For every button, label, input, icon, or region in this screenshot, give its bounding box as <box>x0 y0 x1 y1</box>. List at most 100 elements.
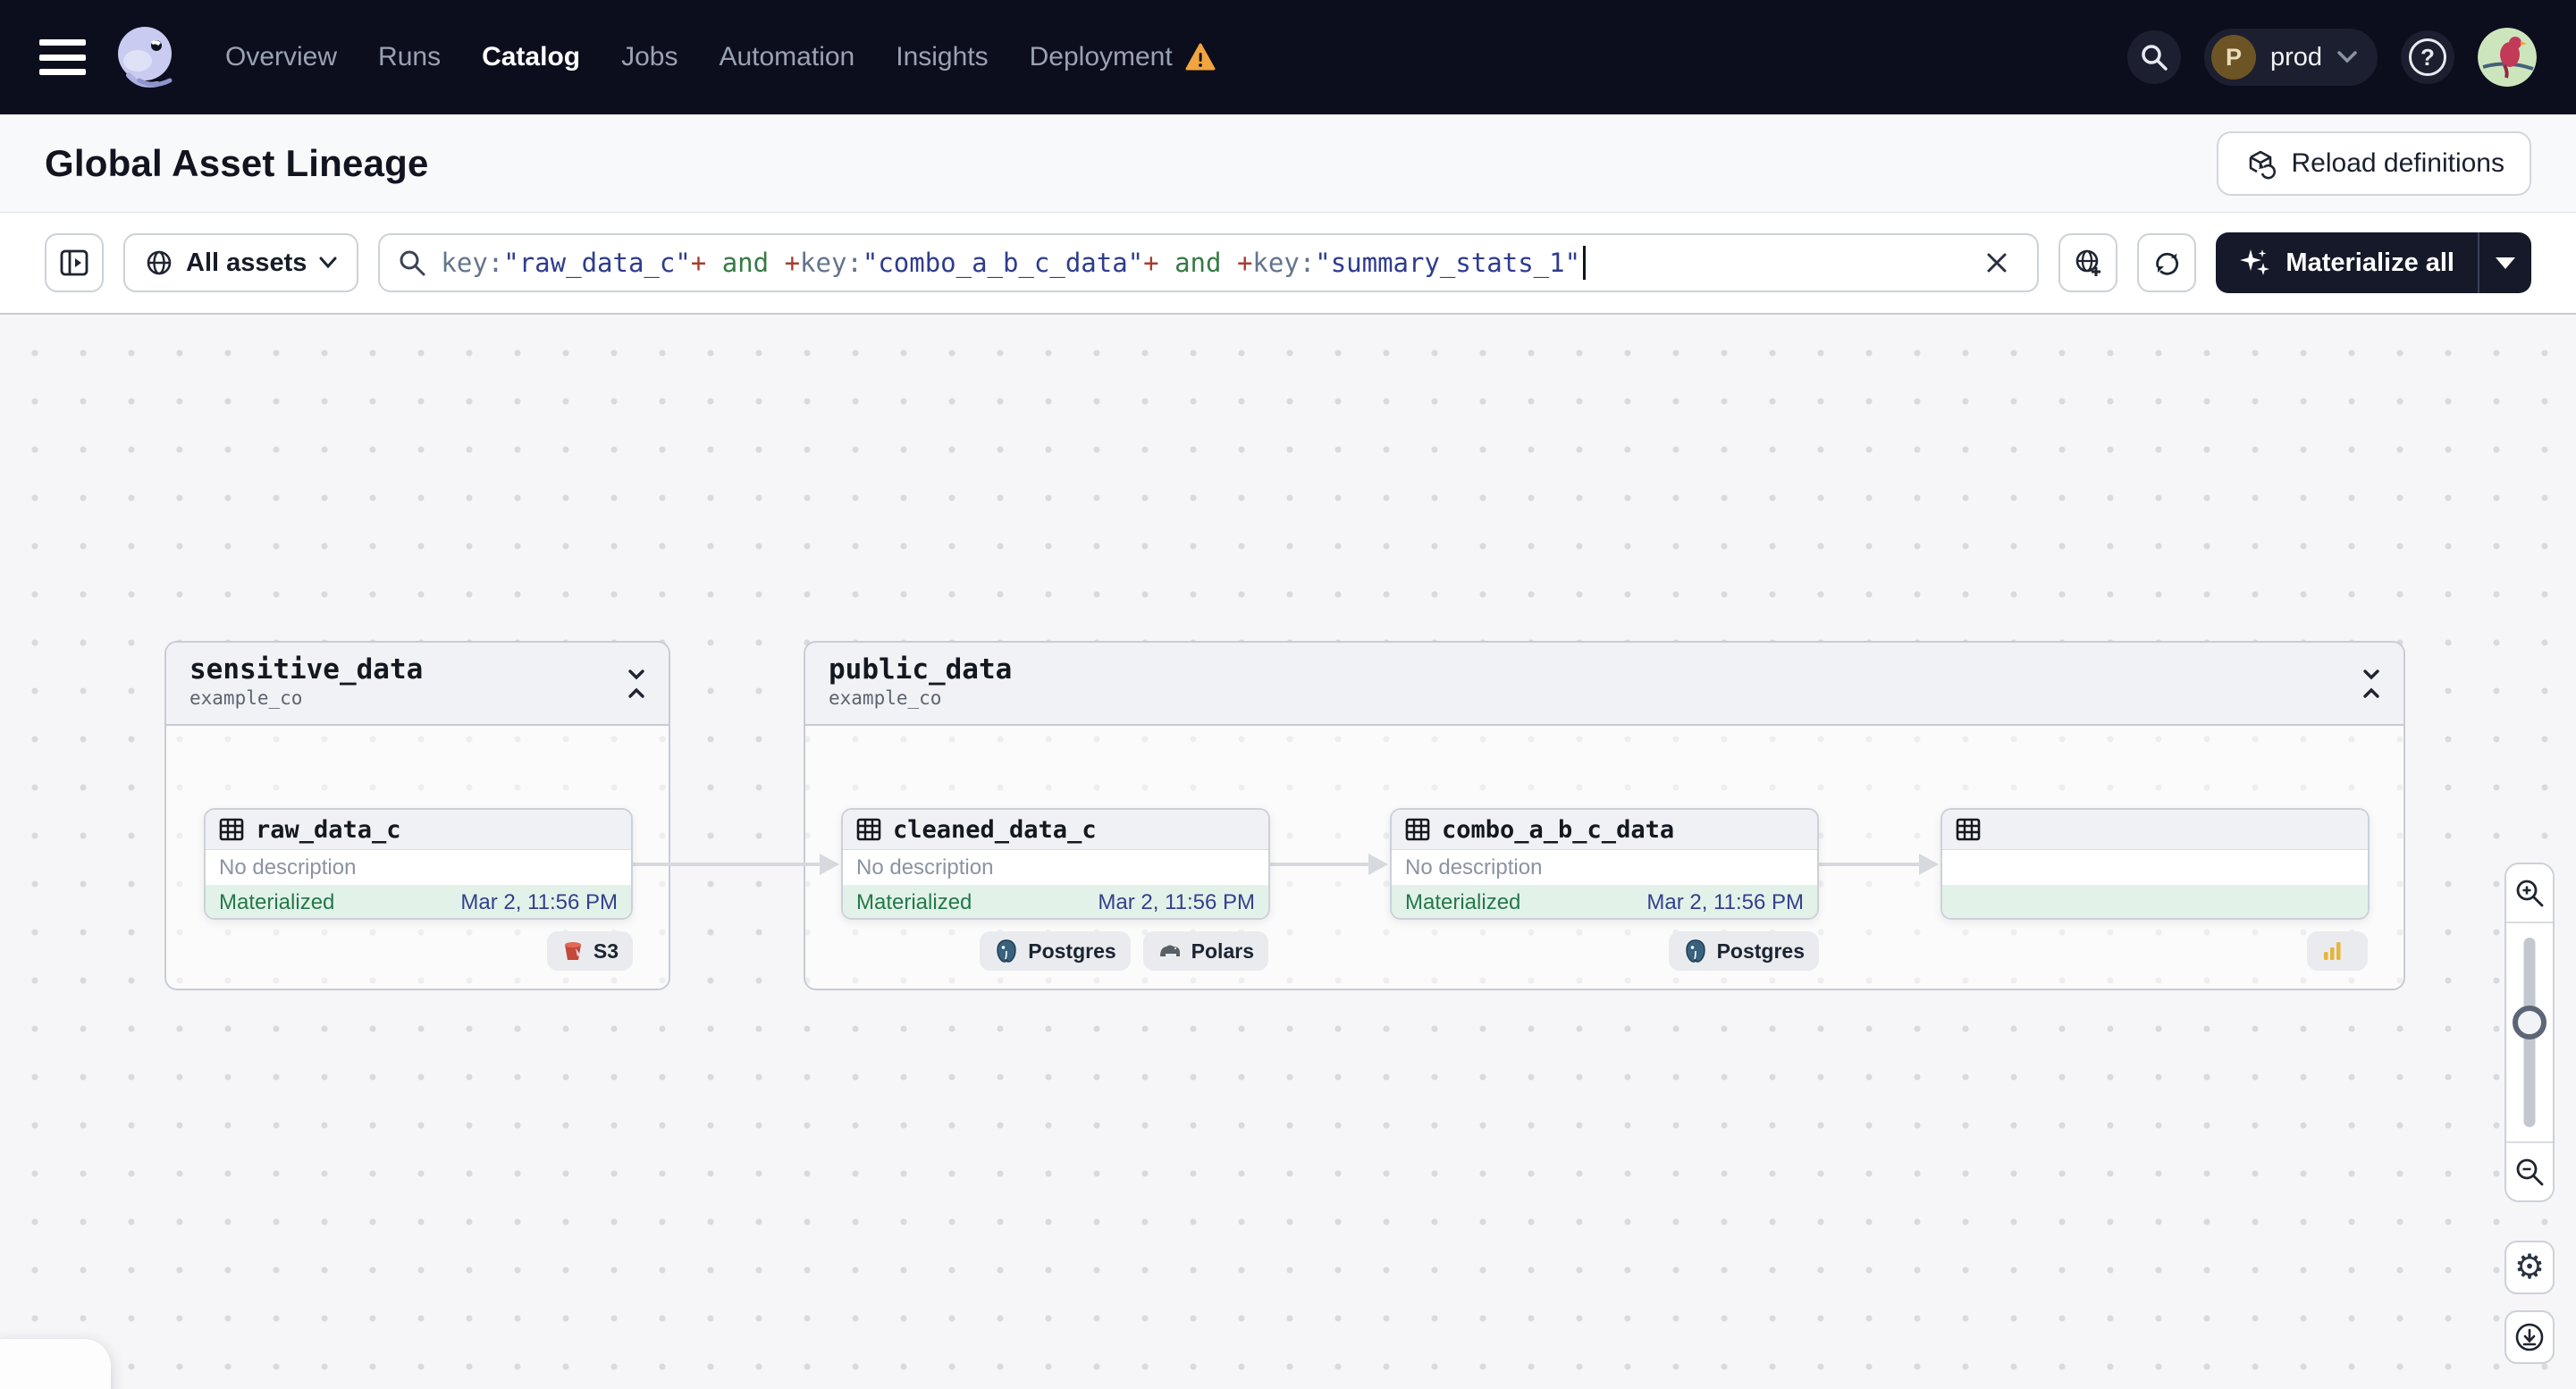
asset-node-cleaned-data-c[interactable]: cleaned_data_c No description Materializ… <box>841 808 1270 920</box>
materialize-dropdown-button[interactable] <box>2479 232 2531 293</box>
group-header[interactable]: public_data example_co <box>805 643 2403 726</box>
search-query-text: key: "raw_data_c" + and + key: "combo_a_b_c_… <box>441 246 1587 280</box>
view-graph-button[interactable] <box>2058 233 2118 292</box>
dagster-logo-icon <box>118 27 173 88</box>
warning-icon <box>1185 43 1216 71</box>
nav-item-catalog[interactable]: Catalog <box>482 42 580 72</box>
page-title: Global Asset Lineage <box>45 141 429 184</box>
kind-tag-postgres: Postgres <box>980 931 1131 971</box>
download-icon <box>2515 1323 2544 1351</box>
panel-toggle-icon <box>60 249 88 276</box>
reload-cube-icon <box>2249 150 2276 179</box>
help-icon: ? <box>2409 38 2446 76</box>
postgres-icon <box>1685 939 1705 963</box>
search-icon <box>2142 45 2168 71</box>
kind-tags-cleaned-data-c: Postgres Polars <box>980 931 1268 971</box>
asset-status-row: Materialized Mar 2, 11:56 PM <box>206 885 631 918</box>
status-badge: Materialized <box>856 889 972 914</box>
nav-links: Overview Runs Catalog Jobs Automation In… <box>225 42 1216 72</box>
env-name: prod <box>2269 42 2322 72</box>
kind-tag-polars: Polars <box>1142 931 1268 971</box>
user-avatar[interactable] <box>2478 28 2537 87</box>
zoom-out-button[interactable] <box>2506 1141 2553 1200</box>
asset-node-summary-stats-1[interactable] <box>1940 808 2370 920</box>
top-navbar: Overview Runs Catalog Jobs Automation In… <box>0 0 2576 114</box>
nav-item-deployment[interactable]: Deployment <box>1030 42 1216 72</box>
gear-icon: ⚙ <box>2513 1249 2546 1286</box>
asset-description: No description <box>843 850 1268 885</box>
asset-name: combo_a_b_c_data <box>1442 815 1675 844</box>
edge-cleaned-to-combo <box>1268 854 1388 875</box>
avatar-image <box>2478 28 2537 87</box>
s3-icon <box>564 942 581 960</box>
filter-bar: All assets key: "raw_data_c" + and + key: "c… <box>0 213 2576 315</box>
materialize-all-button: Materialize all <box>2216 232 2531 293</box>
graph-settings-button[interactable]: ⚙ <box>2504 1241 2555 1294</box>
postgres-icon <box>997 939 1016 963</box>
nav-item-runs[interactable]: Runs <box>378 42 441 72</box>
table-icon <box>219 818 244 841</box>
asset-description: No description <box>206 850 631 885</box>
zoom-slider-handle[interactable] <box>2513 1006 2547 1040</box>
group-name: sensitive_data <box>189 653 424 686</box>
kind-tags-combo-a-b-c-data: Postgres <box>1668 931 1819 971</box>
table-icon <box>1956 818 1981 841</box>
kind-tag-postgres: Postgres <box>1668 931 1819 971</box>
kind-tag-s3: S3 <box>546 931 633 971</box>
zoom-slider[interactable] <box>2506 923 2553 1141</box>
corner-widget[interactable] <box>0 1339 111 1389</box>
nav-item-automation[interactable]: Automation <box>719 42 854 72</box>
search-icon <box>400 250 425 276</box>
sparkles-icon <box>2240 249 2270 275</box>
open-sidebar-button[interactable] <box>45 233 104 292</box>
refresh-button[interactable] <box>2137 233 2197 292</box>
status-timestamp: Mar 2, 11:56 PM <box>460 889 618 914</box>
nav-item-overview[interactable]: Overview <box>225 42 337 72</box>
lineage-canvas[interactable]: sensitive_data example_co public_data ex… <box>0 315 2576 1389</box>
zoom-controls <box>2504 863 2555 1202</box>
app-root: Overview Runs Catalog Jobs Automation In… <box>0 0 2576 1389</box>
asset-node-combo-a-b-c-data[interactable]: combo_a_b_c_data No description Material… <box>1390 808 1819 920</box>
asset-status-row: Materialized Mar 2, 11:56 PM <box>843 885 1268 918</box>
caret-down-icon <box>2496 257 2515 269</box>
asset-description <box>1942 850 2368 885</box>
kind-tags-summary-stats-1 <box>2307 931 2368 971</box>
reload-definitions-button[interactable]: Reload definitions <box>2216 130 2531 196</box>
search-button[interactable] <box>2126 30 2181 84</box>
edge-combo-to-summary <box>1819 854 1939 875</box>
deployment-switcher[interactable]: P prod <box>2203 29 2378 86</box>
status-badge: Materialized <box>219 889 335 914</box>
power-bi-icon <box>2324 942 2341 960</box>
asset-name: cleaned_data_c <box>893 815 1097 844</box>
zoom-in-icon <box>2516 880 2544 907</box>
table-icon <box>856 818 881 841</box>
asset-status-row <box>1942 885 2368 918</box>
env-avatar: P <box>2210 35 2256 80</box>
edge-raw-to-cleaned <box>633 854 839 875</box>
nav-item-jobs[interactable]: Jobs <box>621 42 678 72</box>
close-icon <box>1987 253 2007 273</box>
help-button[interactable]: ? <box>2401 30 2454 84</box>
chevron-down-icon <box>319 257 337 269</box>
asset-search-input[interactable]: key: "raw_data_c" + and + key: "combo_a_b_c_… <box>378 233 2040 292</box>
collapse-group-icon[interactable] <box>2359 666 2384 702</box>
collapse-group-icon[interactable] <box>624 666 649 702</box>
materialize-all-main[interactable]: Materialize all <box>2216 232 2478 293</box>
globe-add-icon <box>2076 249 2101 276</box>
nav-item-insights[interactable]: Insights <box>896 42 988 72</box>
group-header[interactable]: sensitive_data example_co <box>166 643 669 726</box>
asset-name: raw_data_c <box>256 815 401 844</box>
text-cursor <box>1583 246 1587 280</box>
status-timestamp: Mar 2, 11:56 PM <box>1646 889 1804 914</box>
hamburger-menu-icon[interactable] <box>39 39 86 75</box>
status-timestamp: Mar 2, 11:56 PM <box>1098 889 1255 914</box>
status-badge: Materialized <box>1405 889 1521 914</box>
chevron-down-icon <box>2337 51 2357 63</box>
asset-scope-dropdown[interactable]: All assets <box>123 233 359 292</box>
zoom-in-button[interactable] <box>2506 864 2553 923</box>
globe-icon <box>147 250 172 275</box>
asset-description: No description <box>1392 850 1817 885</box>
asset-node-raw-data-c[interactable]: raw_data_c No description Materialized M… <box>204 808 633 920</box>
clear-search-button[interactable] <box>1974 240 2019 285</box>
download-image-button[interactable] <box>2504 1310 2555 1364</box>
